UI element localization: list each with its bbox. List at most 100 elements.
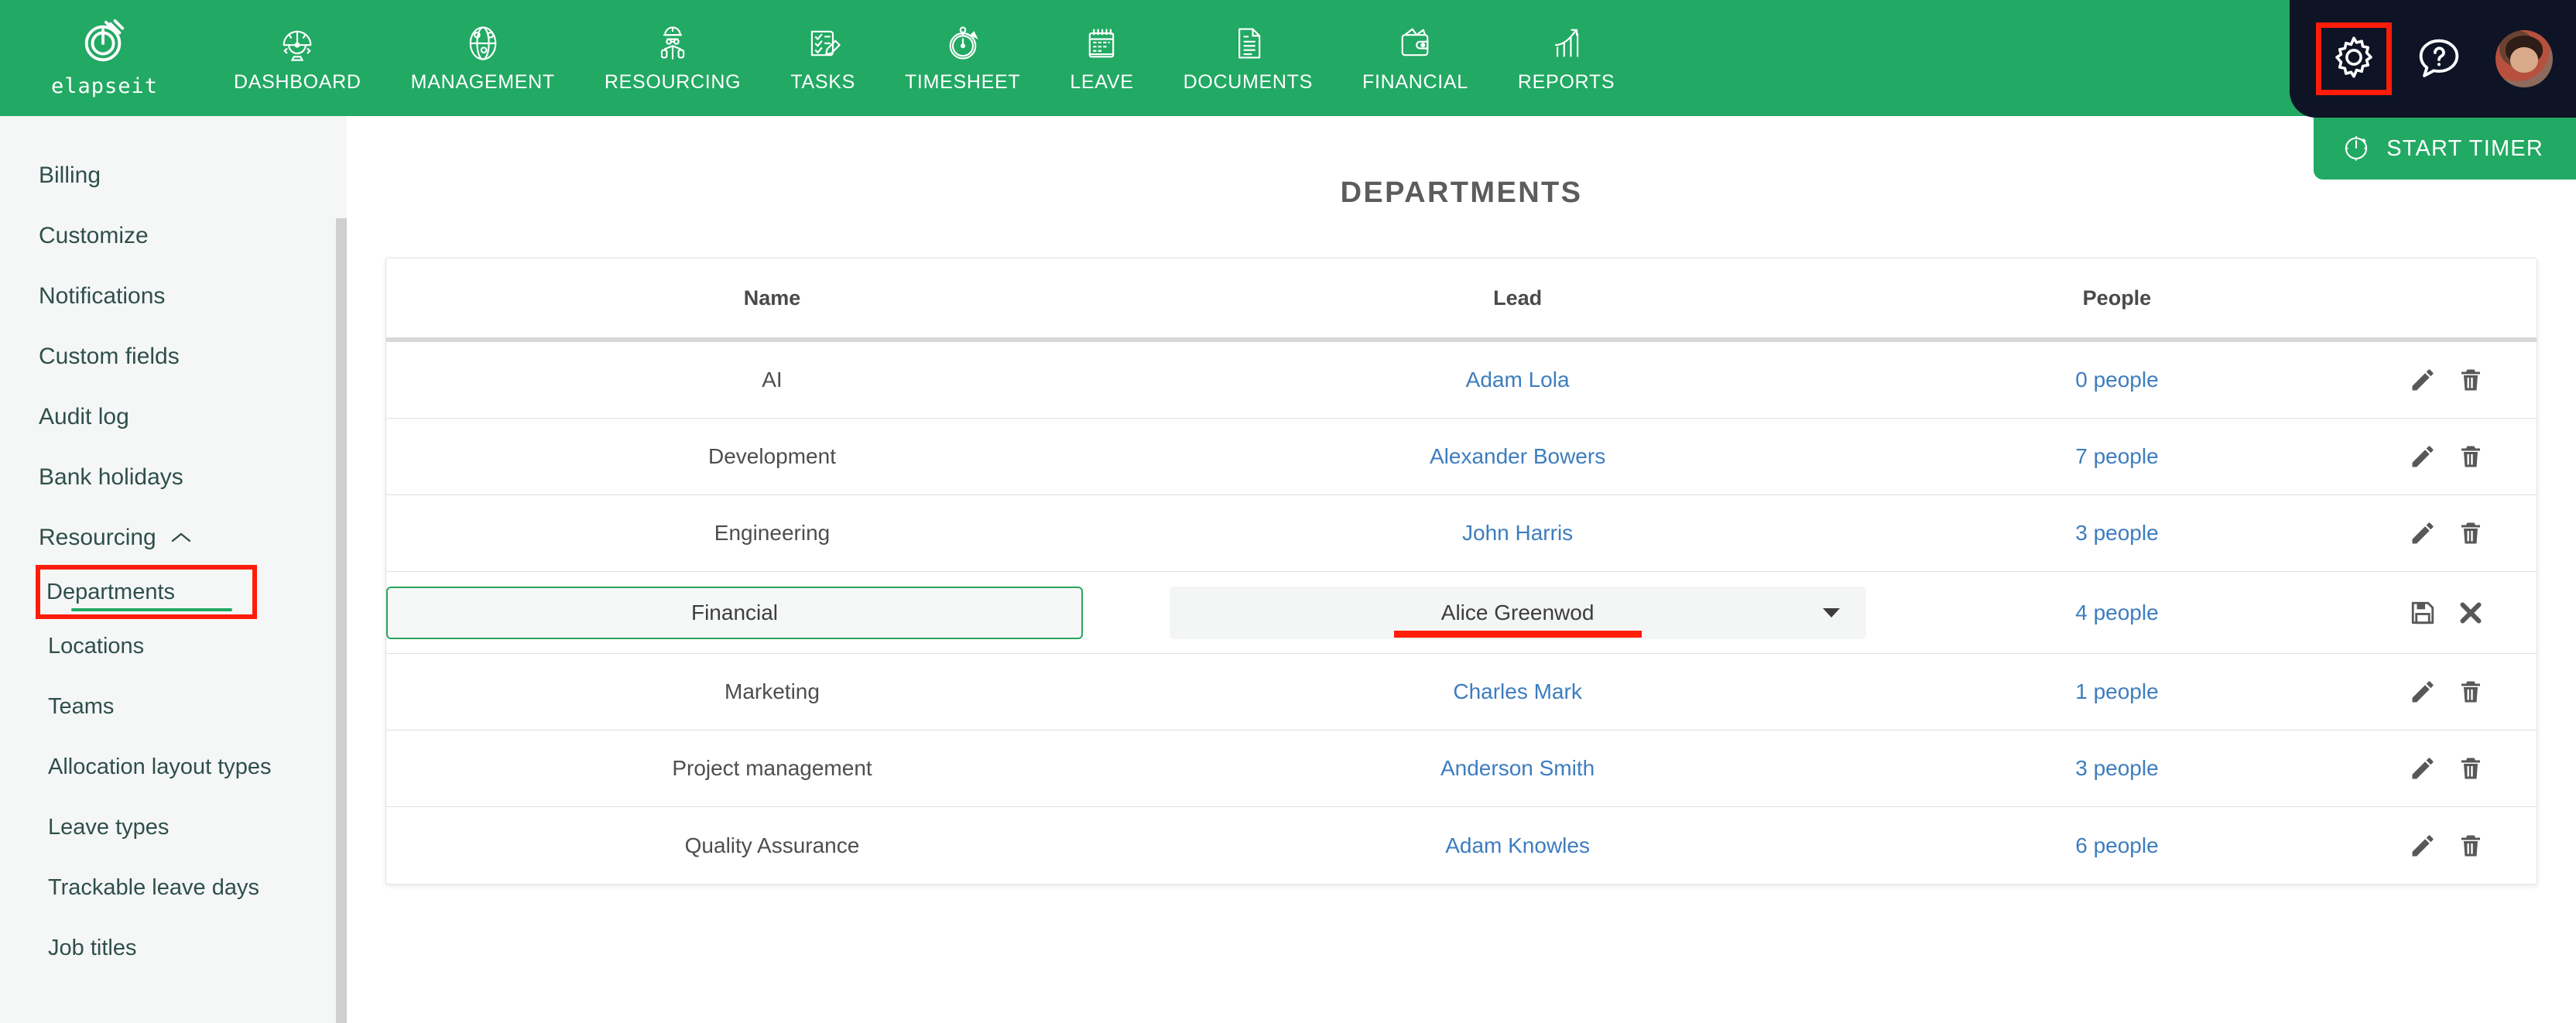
brand-logo[interactable]: elapseit (0, 0, 209, 116)
sidebar-scrollbar[interactable] (336, 218, 347, 1023)
checklist-pencil-icon (803, 23, 843, 63)
table-row: Marketing Charles Mark 1 people (386, 654, 2537, 730)
start-timer-button[interactable]: START TIMER (2314, 118, 2576, 180)
cell-people-link[interactable]: 0 people (1877, 368, 2356, 392)
sidebar-item-teams[interactable]: Teams (0, 676, 347, 737)
cell-actions (2357, 754, 2537, 782)
trash-icon[interactable] (2457, 832, 2485, 860)
nav-label: DASHBOARD (234, 70, 361, 93)
department-name-input[interactable] (386, 586, 1083, 639)
help-question-icon (2412, 39, 2466, 89)
cell-actions (2357, 366, 2537, 394)
sidebar-item-locations[interactable]: Locations (0, 616, 347, 676)
nav-item-tasks[interactable]: TASKS (766, 0, 880, 116)
floppy-save-icon[interactable] (2409, 599, 2437, 627)
cell-lead-link[interactable]: Charles Mark (1158, 679, 1877, 704)
nav-item-management[interactable]: MANAGEMENT (386, 0, 580, 116)
nav-label: TASKS (790, 70, 855, 93)
sidebar-item-label: Billing (39, 163, 101, 188)
pencil-icon[interactable] (2409, 754, 2437, 782)
settings-highlight-box (2316, 22, 2392, 95)
cell-actions (2357, 678, 2537, 706)
nav-label: REPORTS (1517, 70, 1615, 93)
nav-item-timesheet[interactable]: TIMESHEET (880, 0, 1045, 116)
sidebar-item-customize[interactable]: Customize (0, 206, 347, 266)
stopwatch-icon (943, 23, 983, 63)
lead-select[interactable]: Alice Greenwod (1169, 586, 1866, 639)
nav-label: MANAGEMENT (410, 70, 555, 93)
trash-icon[interactable] (2457, 678, 2485, 706)
close-x-icon[interactable] (2457, 599, 2485, 627)
table-row: Engineering John Harris 3 people (386, 495, 2537, 572)
cell-people-link[interactable]: 3 people (1877, 756, 2356, 781)
nav-label: RESOURCING (604, 70, 742, 93)
cell-lead-link[interactable]: Adam Lola (1158, 368, 1877, 392)
bar-chart-arrow-icon (1547, 23, 1587, 63)
sidebar-item-departments[interactable]: Departments (36, 565, 257, 619)
trash-icon[interactable] (2457, 519, 2485, 547)
cell-people-link[interactable]: 3 people (1877, 521, 2356, 546)
cell-lead-link[interactable]: Adam Knowles (1158, 833, 1877, 858)
nav-item-documents[interactable]: DOCUMENTS (1159, 0, 1338, 116)
sidebar-item-custom-fields[interactable]: Custom fields (0, 327, 347, 387)
nav-item-financial[interactable]: FINANCIAL (1338, 0, 1493, 116)
cell-name-edit (386, 586, 1158, 639)
main-nav-items: DASHBOARD MANAGEMENT RESOURCING TASKS TI… (209, 0, 1639, 116)
pencil-icon[interactable] (2409, 519, 2437, 547)
chevron-up-icon (170, 525, 192, 551)
nav-label: LEAVE (1070, 70, 1134, 93)
cell-name: Engineering (714, 521, 831, 545)
cell-lead-link[interactable]: John Harris (1158, 521, 1877, 546)
cell-actions (2357, 519, 2537, 547)
nav-item-resourcing[interactable]: RESOURCING (580, 0, 766, 116)
dashboard-gauge-icon (277, 23, 317, 63)
trash-icon[interactable] (2457, 754, 2485, 782)
sidebar-item-notifications[interactable]: Notifications (0, 266, 347, 327)
globe-pin-icon (463, 23, 503, 63)
cell-people-link[interactable]: 4 people (1877, 600, 2356, 625)
cell-lead-link[interactable]: Alexander Bowers (1158, 444, 1877, 469)
sidebar-item-leave-types[interactable]: Leave types (0, 797, 347, 857)
sidebar-item-billing[interactable]: Billing (0, 145, 347, 206)
sidebar-item-job-titles[interactable]: Job titles (0, 918, 347, 978)
sidebar-item-label: Job titles (48, 935, 137, 960)
cell-people-link[interactable]: 1 people (1877, 679, 2356, 704)
cell-lead-edit: Alice Greenwod (1158, 586, 1877, 639)
pencil-icon[interactable] (2409, 832, 2437, 860)
cell-actions-edit (2357, 599, 2537, 627)
top-navigation-bar: elapseit DASHBOARD MANAGEMENT RESOURCING… (0, 0, 2576, 116)
settings-sidebar: Billing Customize Notifications Custom f… (0, 116, 347, 1023)
cell-name: Quality Assurance (684, 833, 860, 857)
nav-label: FINANCIAL (1362, 70, 1468, 93)
user-avatar[interactable] (2496, 30, 2553, 87)
pencil-icon[interactable] (2409, 678, 2437, 706)
sidebar-item-trackable-leave-days[interactable]: Trackable leave days (0, 857, 347, 918)
departments-table: Name Lead People AI Adam Lola 0 people D… (385, 258, 2537, 884)
cell-people-link[interactable]: 7 people (1877, 444, 2356, 469)
sidebar-item-bank-holidays[interactable]: Bank holidays (0, 447, 347, 508)
sidebar-item-label: Audit log (39, 404, 129, 429)
worker-helmet-icon (653, 23, 693, 63)
nav-label: TIMESHEET (904, 70, 1021, 93)
lead-select-value: Alice Greenwod (1440, 600, 1595, 624)
column-header-people: People (2082, 286, 2152, 310)
sidebar-item-resourcing[interactable]: Resourcing (0, 508, 347, 568)
pencil-icon[interactable] (2409, 443, 2437, 470)
calendar-icon (1081, 23, 1122, 63)
trash-icon[interactable] (2457, 443, 2485, 470)
pencil-icon[interactable] (2409, 366, 2437, 394)
chevron-down-icon (1822, 607, 1840, 618)
settings-button[interactable] (2316, 22, 2392, 95)
nav-item-reports[interactable]: REPORTS (1493, 0, 1639, 116)
nav-item-dashboard[interactable]: DASHBOARD (209, 0, 386, 116)
cell-lead-link[interactable]: Anderson Smith (1158, 756, 1877, 781)
help-button[interactable] (2412, 32, 2466, 86)
sidebar-item-audit-log[interactable]: Audit log (0, 387, 347, 447)
sidebar-item-allocation-layout-types[interactable]: Allocation layout types (0, 737, 347, 797)
cell-name: Development (708, 444, 836, 468)
cell-people-link[interactable]: 6 people (1877, 833, 2356, 858)
sidebar-item-label: Notifications (39, 283, 166, 309)
trash-icon[interactable] (2457, 366, 2485, 394)
elapseit-logo-icon (80, 18, 128, 70)
nav-item-leave[interactable]: LEAVE (1045, 0, 1158, 116)
